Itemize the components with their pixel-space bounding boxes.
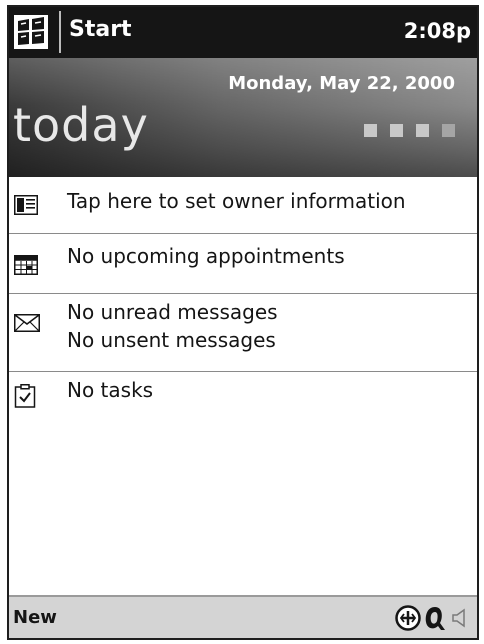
decoration-square xyxy=(390,124,403,137)
clock[interactable]: 2:08p xyxy=(404,19,471,43)
title-bar: Start 2:08p xyxy=(9,7,477,58)
system-tray xyxy=(395,604,469,636)
tasks-text: No tasks xyxy=(67,378,154,402)
connectivity-icon[interactable] xyxy=(395,605,421,635)
start-menu-flag-icon[interactable] xyxy=(14,15,48,49)
banner-date: Monday, May 22, 2000 xyxy=(228,73,455,94)
envelope-icon xyxy=(14,314,40,336)
unread-messages-text: No unread messages xyxy=(67,300,278,324)
decoration-square xyxy=(442,124,455,137)
speaker-icon[interactable] xyxy=(451,607,469,633)
title-separator xyxy=(59,11,61,53)
owner-card-icon xyxy=(14,195,38,219)
today-banner: Monday, May 22, 2000 today xyxy=(9,58,477,177)
today-item-tasks[interactable]: No tasks xyxy=(9,372,477,424)
today-list: Tap here to set owner information No upc… xyxy=(9,177,477,424)
owner-info-text: Tap here to set owner information xyxy=(67,189,406,213)
today-item-inbox[interactable]: No unread messages No unsent messages xyxy=(9,294,477,372)
pocketpc-screen: Start 2:08p Monday, May 22, 2000 today T… xyxy=(7,5,479,640)
decoration-square xyxy=(416,124,429,137)
input-method-icon[interactable] xyxy=(423,604,449,636)
calendar-icon xyxy=(14,255,38,279)
today-item-owner[interactable]: Tap here to set owner information xyxy=(9,177,477,234)
unsent-messages-text: No unsent messages xyxy=(67,328,276,352)
banner-decoration-squares xyxy=(364,124,455,137)
new-button[interactable]: New xyxy=(13,607,57,628)
tasks-clipboard-icon xyxy=(14,384,36,412)
messages-text: No unread messages No unsent messages xyxy=(67,298,278,354)
banner-today-title: today xyxy=(13,98,149,152)
decoration-square xyxy=(364,124,377,137)
today-item-calendar[interactable]: No upcoming appointments xyxy=(9,234,477,294)
start-menu-label[interactable]: Start xyxy=(69,17,132,42)
appointments-text: No upcoming appointments xyxy=(67,244,345,268)
command-bar: New xyxy=(9,595,477,638)
